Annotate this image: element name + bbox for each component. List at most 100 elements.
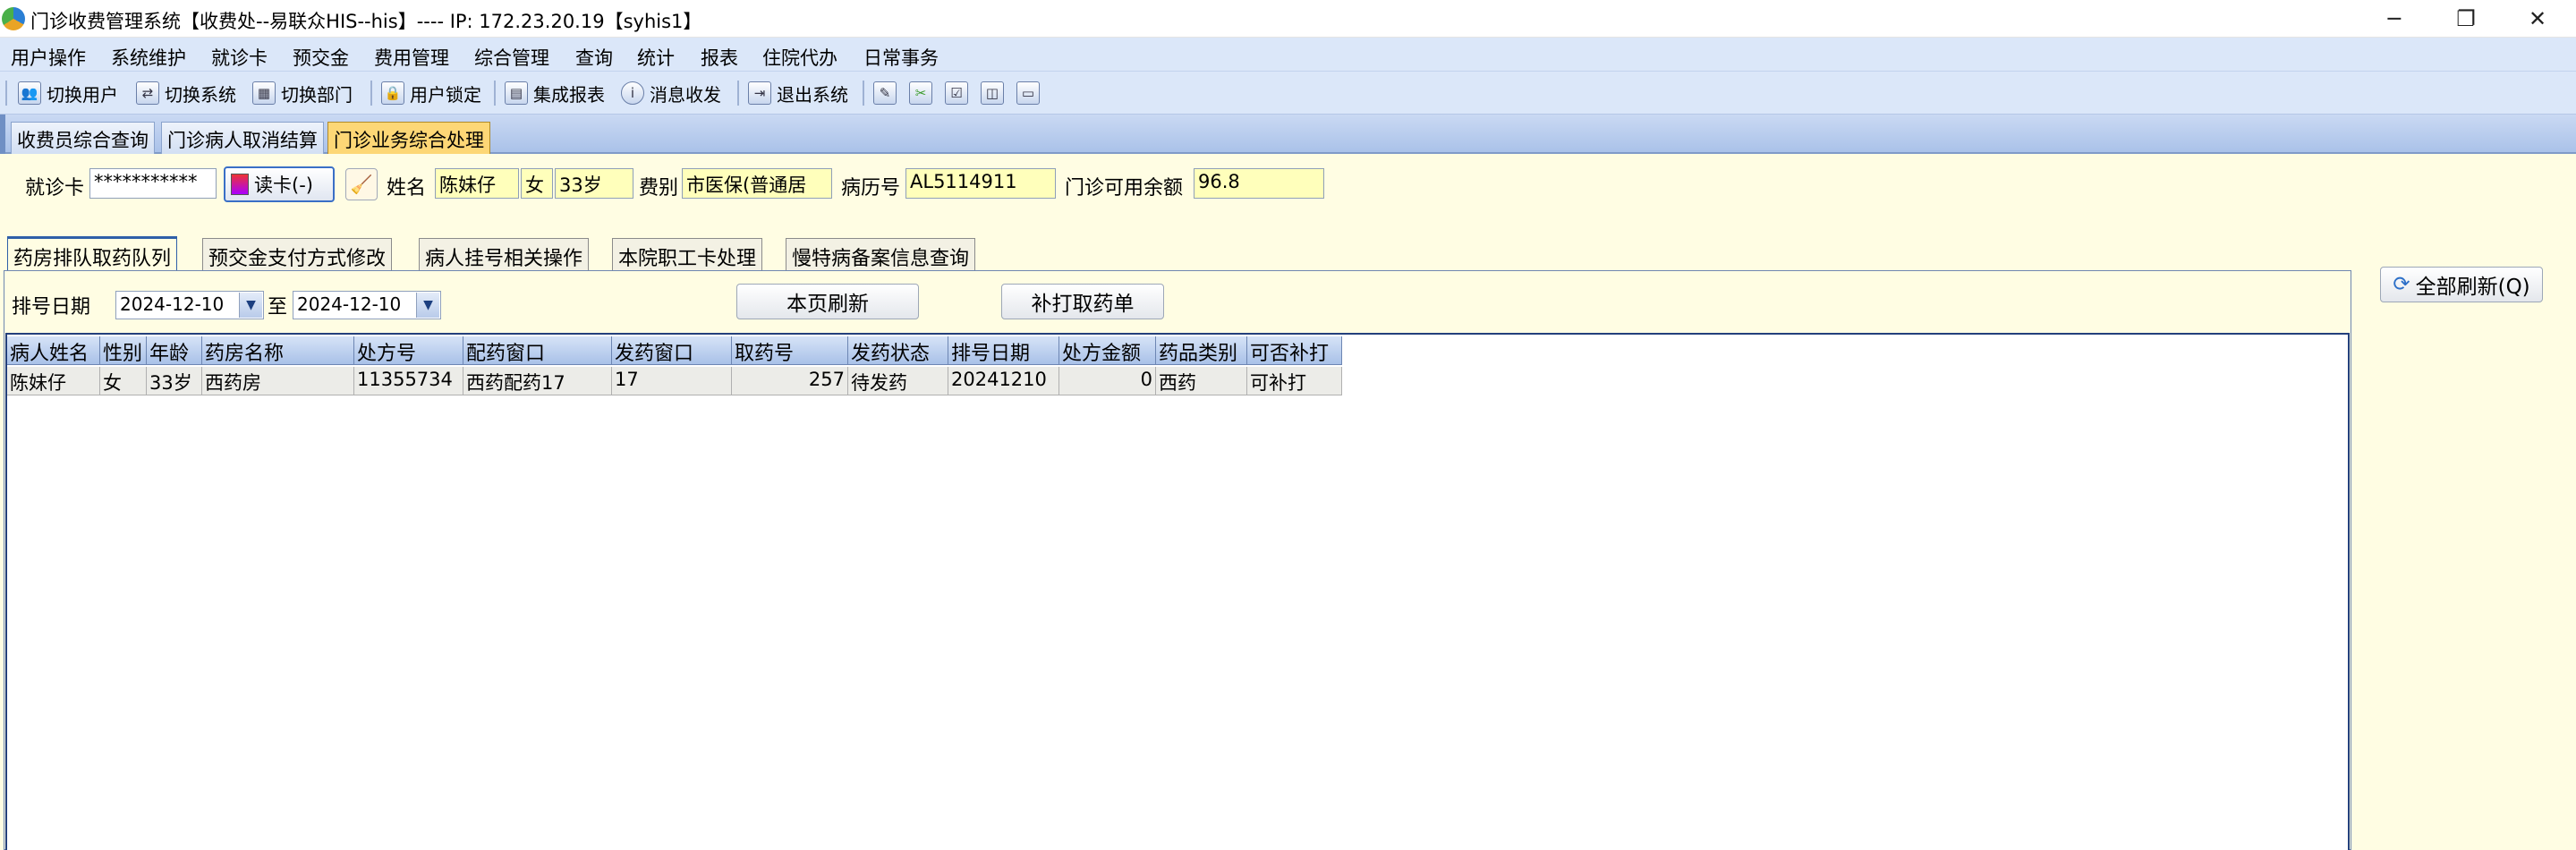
checklist-tool-button[interactable]: ☑ [945, 79, 968, 107]
columns-icon: ◫ [981, 81, 1004, 105]
patient-age-field[interactable]: 33岁 [555, 168, 633, 199]
exit-system-button[interactable]: ⇥ 退出系统 [748, 79, 848, 107]
table-cell[interactable]: 待发药 [848, 367, 948, 395]
name-label: 姓名 [387, 177, 427, 200]
table-cell[interactable]: 西药 [1156, 367, 1247, 395]
columns-tool-button[interactable]: ◫ [981, 79, 1004, 107]
queue-date-label: 排号日期 [12, 296, 91, 319]
toolbar-separator [737, 81, 739, 106]
patient-info-bar: 就诊卡 *********** 读卡(-) 🧹 姓名 陈妹仔 女 33岁 费别 … [0, 154, 2576, 233]
column-header[interactable]: 处方号 [354, 336, 463, 365]
table-cell[interactable]: 女 [100, 367, 147, 395]
date-to-picker[interactable]: 2024-12-10 ▼ [293, 291, 441, 319]
chevron-down-icon[interactable]: ▼ [239, 293, 262, 318]
table-cell[interactable]: 西药配药17 [463, 367, 612, 395]
chevron-down-icon[interactable]: ▼ [416, 293, 439, 318]
menu-user-operation[interactable]: 用户操作 [11, 44, 86, 71]
column-header[interactable]: 药品类别 [1156, 336, 1247, 365]
column-header[interactable]: 年龄 [147, 336, 202, 365]
department-icon: ▦ [252, 81, 276, 105]
menu-comprehensive-management[interactable]: 综合管理 [474, 44, 549, 71]
patient-name-field[interactable]: 陈妹仔 [435, 168, 519, 199]
tab-chronic-disease-query[interactable]: 慢特病备案信息查询 [786, 238, 976, 272]
table-cell[interactable]: 20241210 [948, 367, 1059, 395]
table-cell[interactable]: 西药房 [202, 367, 354, 395]
record-number-field[interactable]: AL5114911 [905, 168, 1056, 199]
table-cell[interactable]: 陈妹仔 [7, 367, 100, 395]
edit-tool-button[interactable]: ✎ [873, 79, 897, 107]
menu-system-maintenance[interactable]: 系统维护 [111, 44, 186, 71]
tab-registration-ops[interactable]: 病人挂号相关操作 [419, 238, 590, 272]
toolbar: 👥 切换用户 ⇄ 切换系统 ▦ 切换部门 🔒 用户锁定 ▤ 集成报表 i 消息收… [0, 72, 2576, 115]
menu-statistics[interactable]: 统计 [637, 44, 675, 71]
table-cell[interactable]: 11355734 [354, 367, 463, 395]
column-header[interactable]: 性别 [100, 336, 147, 365]
switch-dept-button[interactable]: ▦ 切换部门 [252, 79, 353, 107]
menu-query[interactable]: 查询 [575, 44, 613, 71]
minimize-button[interactable]: ─ [2359, 0, 2430, 38]
reprint-slip-button[interactable]: 补打取药单 [1001, 284, 1164, 319]
table-cell[interactable]: 可补打 [1247, 367, 1342, 395]
window-title: 门诊收费管理系统【收费处--易联众HIS--his】---- IP: 172.2… [30, 11, 702, 32]
column-header[interactable]: 发药窗口 [612, 336, 732, 365]
user-lock-icon: 🔒 [381, 81, 404, 105]
menu-medical-card[interactable]: 就诊卡 [211, 44, 268, 71]
refresh-page-button[interactable]: 本页刷新 [736, 284, 919, 319]
table-cell[interactable]: 0 [1059, 367, 1156, 395]
table-row[interactable]: 陈妹仔 女 33岁 西药房 11355734 西药配药17 17 257 待发药… [7, 367, 1342, 395]
messages-label: 消息收发 [650, 83, 721, 106]
card-number-field[interactable]: *********** [89, 168, 217, 199]
patient-sex-field[interactable]: 女 [521, 168, 553, 199]
app-logo-icon [2, 7, 25, 30]
column-header[interactable]: 病人姓名 [7, 336, 100, 365]
menu-fee-management[interactable]: 费用管理 [374, 44, 449, 71]
menu-reports[interactable]: 报表 [701, 44, 738, 71]
balance-field[interactable]: 96.8 [1194, 168, 1324, 199]
menu-daily-affairs[interactable]: 日常事务 [863, 44, 939, 71]
window-tool-button[interactable]: ▭ [1016, 79, 1040, 107]
tab-cashier-query[interactable]: 收费员综合查询 [11, 122, 155, 154]
menu-inpatient-agency[interactable]: 住院代办 [762, 44, 837, 71]
exit-system-label: 退出系统 [777, 83, 848, 106]
broom-icon: 🧹 [350, 174, 373, 195]
fee-type-field[interactable]: 市医保(普通居 [682, 168, 832, 199]
lock-user-button[interactable]: 🔒 用户锁定 [381, 79, 481, 107]
switch-dept-label: 切换部门 [281, 83, 353, 106]
column-header[interactable]: 药房名称 [202, 336, 354, 365]
info-icon: i [621, 81, 644, 105]
edit-icon: ✎ [873, 81, 897, 105]
menu-prepayment[interactable]: 预交金 [293, 44, 349, 71]
tab-staff-card[interactable]: 本院职工卡处理 [612, 238, 763, 272]
switch-system-button[interactable]: ⇄ 切换系统 [136, 79, 236, 107]
clear-button[interactable]: 🧹 [345, 168, 378, 200]
close-button[interactable]: ✕ [2502, 0, 2573, 38]
table-cell[interactable]: 257 [732, 367, 848, 395]
toolbar-separator [494, 81, 496, 106]
read-card-button[interactable]: 读卡(-) [224, 166, 335, 202]
checkbox-icon: ☑ [945, 81, 968, 105]
restore-button[interactable]: ❐ [2430, 0, 2502, 38]
scissors-tool-button[interactable]: ✂ [909, 79, 932, 107]
tab-outpatient-business[interactable]: 门诊业务综合处理 [327, 122, 490, 154]
table-cell[interactable]: 17 [612, 367, 732, 395]
table-cell[interactable]: 33岁 [147, 367, 202, 395]
column-header[interactable]: 配药窗口 [463, 336, 612, 365]
column-header[interactable]: 排号日期 [948, 336, 1059, 365]
column-header[interactable]: 可否补打 [1247, 336, 1342, 365]
date-from-picker[interactable]: 2024-12-10 ▼ [115, 291, 264, 319]
column-header[interactable]: 处方金额 [1059, 336, 1156, 365]
switch-user-button[interactable]: 👥 切换用户 [18, 79, 118, 107]
column-header[interactable]: 发药状态 [848, 336, 948, 365]
column-header[interactable]: 取药号 [732, 336, 848, 365]
read-card-label: 读卡(-) [254, 174, 313, 196]
date-to-label: 至 [268, 296, 288, 319]
toolbar-separator [863, 81, 864, 106]
scissors-icon: ✂ [909, 81, 932, 105]
refresh-all-button[interactable]: ⟳ 全部刷新(Q) [2380, 267, 2543, 302]
messages-button[interactable]: i 消息收发 [621, 79, 721, 107]
tab-pharmacy-queue[interactable]: 药房排队取药队列 [7, 236, 178, 272]
tab-cancel-settlement[interactable]: 门诊病人取消结算 [161, 122, 324, 154]
tab-prepay-method[interactable]: 预交金支付方式修改 [202, 238, 393, 272]
integrated-report-button[interactable]: ▤ 集成报表 [505, 79, 605, 107]
window-icon: ▭ [1016, 81, 1040, 105]
